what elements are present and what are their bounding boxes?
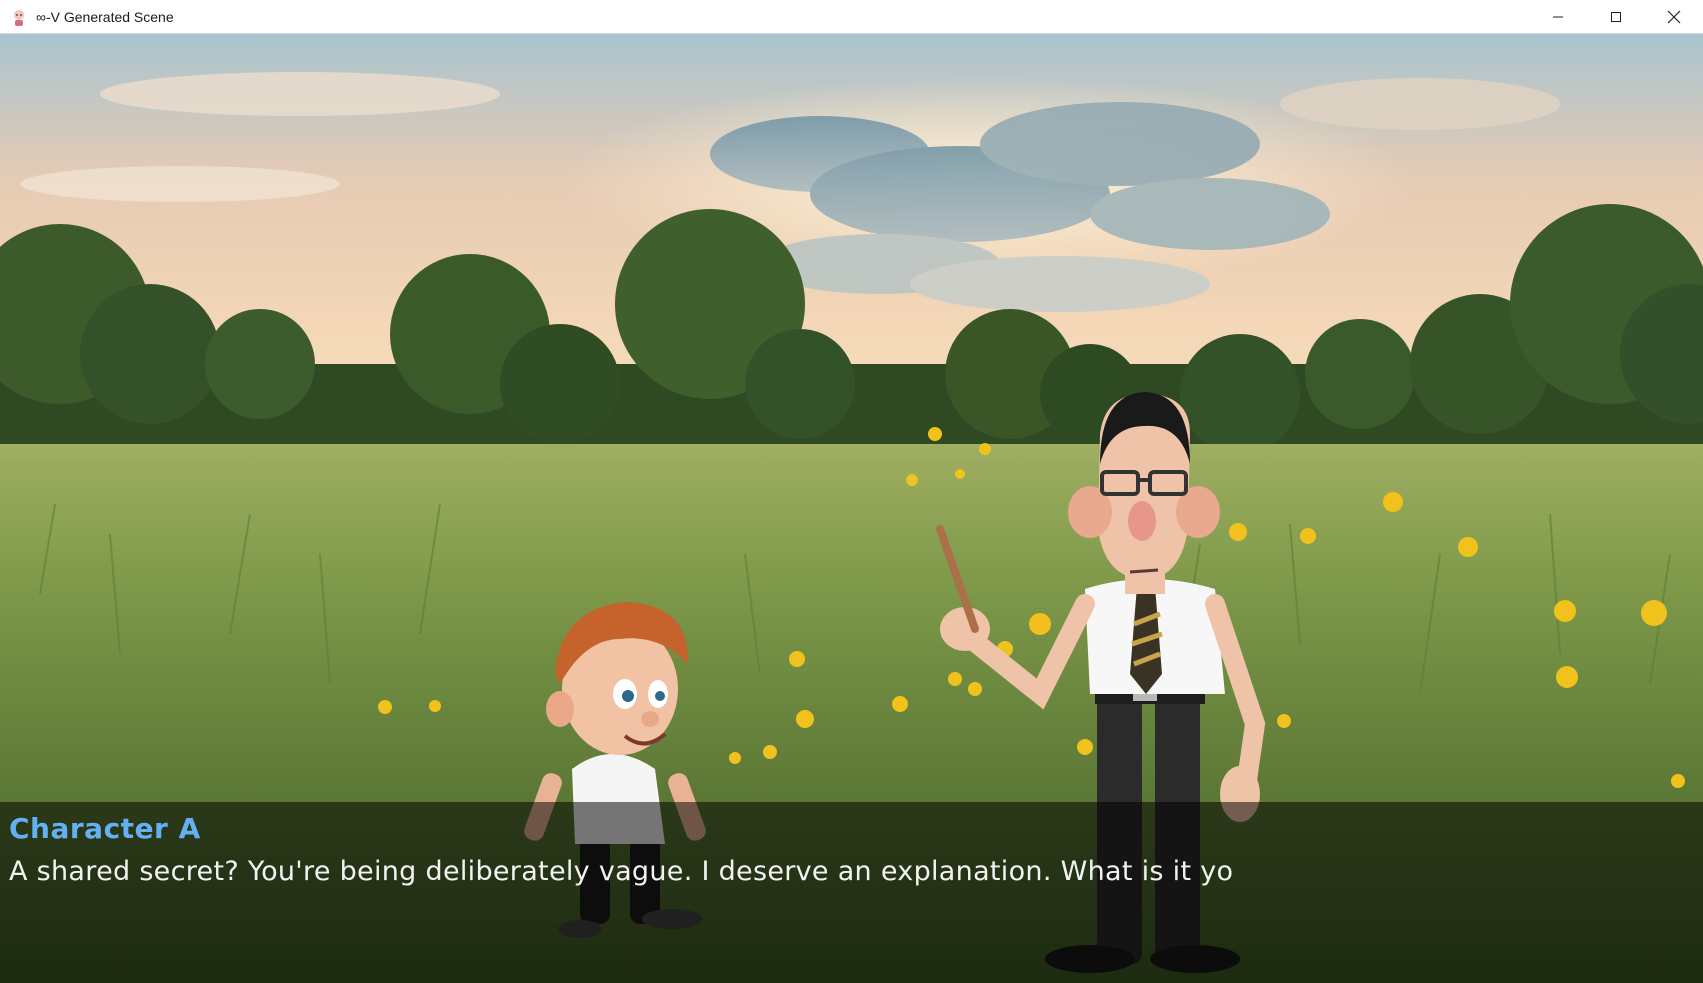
maximize-button[interactable] [1587, 0, 1645, 34]
dialogue-text: A shared secret? You're being deliberate… [9, 856, 1234, 887]
app-character-icon [14, 9, 24, 26]
maximize-icon [1611, 12, 1621, 22]
window-title: ∞-V Generated Scene [36, 8, 174, 25]
game-window: ∞-V Generated Scene Character A A shared… [0, 0, 1703, 983]
minimize-button[interactable] [1529, 0, 1587, 34]
minimize-icon [1553, 16, 1563, 18]
title-bar[interactable]: ∞-V Generated Scene [0, 0, 1703, 34]
close-button[interactable] [1645, 0, 1703, 34]
window-controls [1529, 0, 1703, 34]
dialogue-box[interactable]: Character A A shared secret? You're bein… [0, 802, 1703, 983]
speaker-name: Character A [9, 812, 201, 845]
close-icon [1667, 10, 1681, 24]
